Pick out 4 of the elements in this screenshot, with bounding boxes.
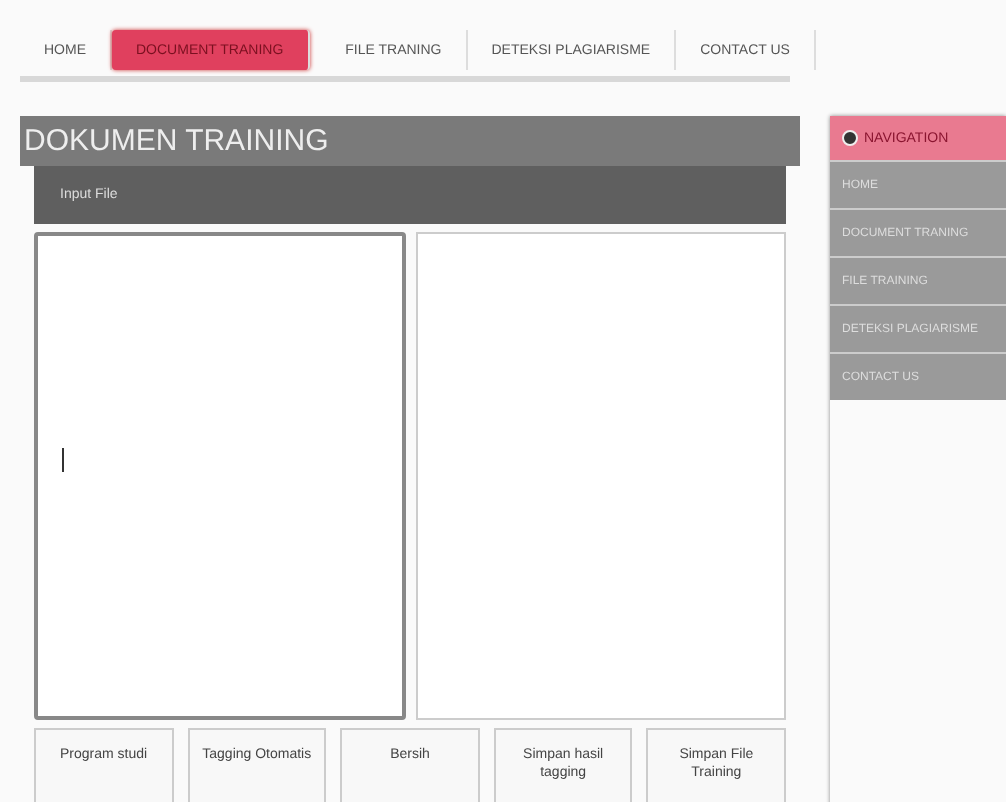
bullet-icon: [842, 130, 858, 146]
text-cursor: [62, 448, 64, 472]
panel-title: DOKUMEN TRAINING: [20, 116, 800, 166]
text-area[interactable]: [34, 232, 406, 720]
